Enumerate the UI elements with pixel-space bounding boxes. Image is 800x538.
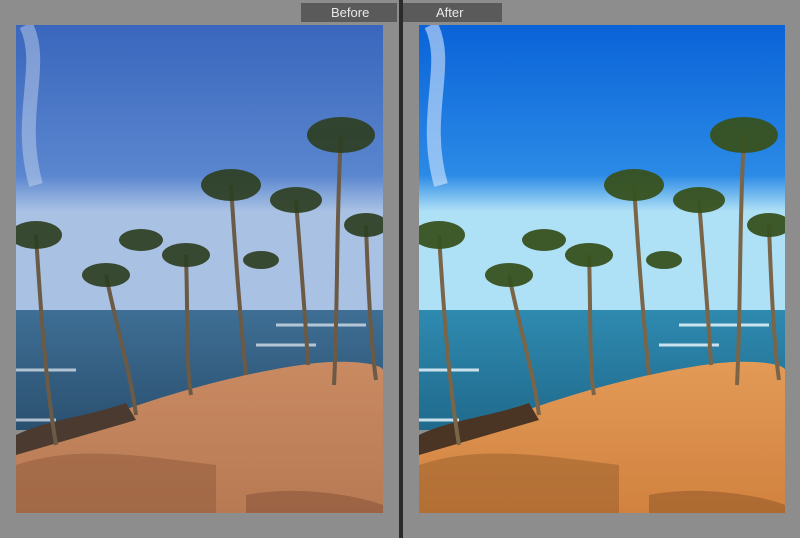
after-label: After [403, 3, 502, 22]
before-label: Before [301, 3, 397, 22]
after-image-icon [419, 25, 785, 513]
before-after-viewer: Before After [0, 0, 800, 538]
after-pane[interactable]: After [403, 0, 800, 538]
before-image-icon [16, 25, 383, 513]
after-photo[interactable] [419, 25, 785, 513]
before-pane[interactable]: Before [0, 0, 399, 538]
before-photo[interactable] [16, 25, 383, 513]
